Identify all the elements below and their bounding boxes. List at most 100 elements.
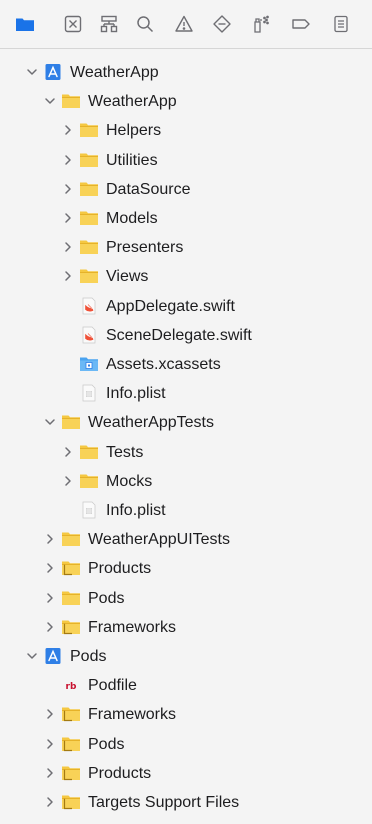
folder-icon	[79, 121, 99, 139]
tree-row-label: Helpers	[106, 122, 162, 139]
diamond-minus-navigator-button[interactable]	[209, 11, 235, 37]
disclosure-collapsed-icon[interactable]	[62, 212, 74, 224]
disclosure-expanded-icon[interactable]	[44, 416, 56, 428]
tree-row-label: Frameworks	[88, 619, 177, 636]
list-icon	[331, 14, 351, 34]
tree-row-tests[interactable]: Tests	[0, 438, 372, 467]
tree-row-views[interactable]: Views	[0, 262, 372, 291]
disclosure-collapsed-icon[interactable]	[44, 796, 56, 808]
tree-row-scenedelegate-swift[interactable]: SceneDelegate.swift	[0, 321, 372, 350]
hierarchy-navigator-button[interactable]	[96, 11, 122, 37]
tree-row-label: Targets Support Files	[88, 794, 240, 811]
tree-row-products[interactable]: Products	[0, 759, 372, 788]
tree-row-label: Podfile	[88, 677, 137, 694]
diamond-minus-icon	[212, 14, 232, 34]
tree-row-label: Frameworks	[88, 706, 177, 723]
tree-row-pods[interactable]: Pods	[0, 642, 372, 671]
folder-icon	[79, 472, 99, 490]
tag-navigator-button[interactable]	[288, 11, 314, 37]
tree-row-pods[interactable]: Pods	[0, 584, 372, 613]
x-square-icon	[63, 14, 83, 34]
tree-row-label: WeatherApp	[88, 93, 177, 110]
folder-icon	[79, 238, 99, 256]
tree-row-frameworks[interactable]: Frameworks	[0, 700, 372, 729]
tree-row-weatherapp[interactable]: WeatherApp	[0, 58, 372, 87]
disclosure-collapsed-icon[interactable]	[44, 592, 56, 604]
tree-row-frameworks[interactable]: Frameworks	[0, 613, 372, 642]
disclosure-collapsed-icon[interactable]	[62, 475, 74, 487]
tree-row-label: Pods	[88, 736, 125, 753]
disclosure-collapsed-icon[interactable]	[44, 621, 56, 633]
tree-row-models[interactable]: Models	[0, 204, 372, 233]
folder-icon	[61, 530, 81, 548]
tree-row-label: WeatherApp	[70, 64, 159, 81]
group-folder-icon	[61, 735, 81, 753]
disclosure-collapsed-icon[interactable]	[62, 241, 74, 253]
xcode-project-icon	[43, 647, 63, 665]
disclosure-collapsed-icon[interactable]	[62, 446, 74, 458]
x-square-navigator-button[interactable]	[60, 11, 86, 37]
tree-row-targets-support-files[interactable]: Targets Support Files	[0, 788, 372, 817]
spray-navigator-button[interactable]	[248, 11, 274, 37]
tree-row-presenters[interactable]: Presenters	[0, 233, 372, 262]
search-navigator-button[interactable]	[132, 11, 158, 37]
tree-row-label: WeatherAppUITests	[88, 531, 230, 548]
plist-file-icon	[79, 501, 99, 519]
disclosure-collapsed-icon[interactable]	[44, 767, 56, 779]
asset-catalog-icon	[79, 355, 99, 373]
tree-row-products[interactable]: Products	[0, 554, 372, 583]
tree-row-info-plist[interactable]: Info.plist	[0, 496, 372, 525]
list-navigator-button[interactable]	[328, 11, 354, 37]
tree-row-label: Pods	[88, 590, 125, 607]
tree-row-label: Products	[88, 765, 152, 782]
disclosure-expanded-icon[interactable]	[44, 95, 56, 107]
ruby-file-icon: rb	[61, 676, 81, 694]
disclosure-collapsed-icon[interactable]	[44, 738, 56, 750]
tree-row-label: WeatherAppTests	[88, 414, 214, 431]
folder-icon	[79, 209, 99, 227]
tree-row-datasource[interactable]: DataSource	[0, 175, 372, 204]
xcode-project-icon	[43, 63, 63, 81]
tag-icon	[291, 14, 311, 34]
warning-navigator-button[interactable]	[171, 11, 197, 37]
disclosure-expanded-icon[interactable]	[26, 650, 38, 662]
folder-icon	[79, 151, 99, 169]
folder-navigator-button[interactable]	[12, 11, 38, 37]
group-folder-icon	[61, 793, 81, 811]
tree-row-label: Mocks	[106, 473, 153, 490]
navigator-toolbar	[0, 0, 372, 49]
disclosure-collapsed-icon[interactable]	[62, 183, 74, 195]
folder-icon	[61, 413, 81, 431]
tree-row-helpers[interactable]: Helpers	[0, 116, 372, 145]
tree-row-assets-xcassets[interactable]: Assets.xcassets	[0, 350, 372, 379]
group-folder-icon	[61, 705, 81, 723]
tree-row-weatherapp[interactable]: WeatherApp	[0, 87, 372, 116]
tree-row-mocks[interactable]: Mocks	[0, 467, 372, 496]
tree-row-pods[interactable]: Pods	[0, 730, 372, 759]
folder-icon	[79, 267, 99, 285]
disclosure-collapsed-icon[interactable]	[62, 124, 74, 136]
tree-row-label: Assets.xcassets	[106, 356, 221, 373]
tree-row-label: Presenters	[106, 239, 184, 256]
folder-icon	[61, 589, 81, 607]
swift-file-icon	[79, 326, 99, 344]
disclosure-expanded-icon[interactable]	[26, 66, 38, 78]
disclosure-collapsed-icon[interactable]	[44, 708, 56, 720]
disclosure-collapsed-icon[interactable]	[62, 270, 74, 282]
disclosure-collapsed-icon[interactable]	[62, 154, 74, 166]
tree-row-appdelegate-swift[interactable]: AppDelegate.swift	[0, 292, 372, 321]
folder-icon	[79, 443, 99, 461]
svg-text:rb: rb	[66, 682, 77, 692]
tree-row-utilities[interactable]: Utilities	[0, 146, 372, 175]
tree-row-label: Views	[106, 268, 149, 285]
search-icon	[135, 14, 155, 34]
tree-row-info-plist[interactable]: Info.plist	[0, 379, 372, 408]
disclosure-collapsed-icon[interactable]	[44, 562, 56, 574]
tree-row-podfile[interactable]: rb Podfile	[0, 671, 372, 700]
disclosure-collapsed-icon[interactable]	[44, 533, 56, 545]
tree-row-label: DataSource	[106, 181, 191, 198]
group-folder-icon	[61, 559, 81, 577]
tree-row-weatherapptests[interactable]: WeatherAppTests	[0, 408, 372, 437]
tree-row-weatherappuitests[interactable]: WeatherAppUITests	[0, 525, 372, 554]
tree-row-label: Info.plist	[106, 502, 166, 519]
